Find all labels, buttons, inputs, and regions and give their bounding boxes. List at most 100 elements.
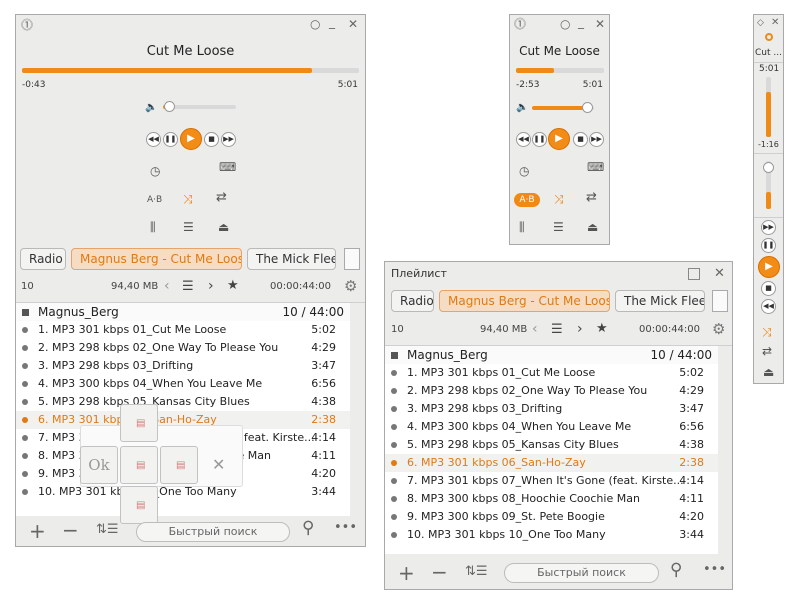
close-icon[interactable]: ✕ [595, 18, 605, 30]
maximize-icon[interactable] [688, 268, 700, 280]
table-row[interactable]: 9. MP3 300 kbps 09_St. Pete Boogie 4:20 [385, 508, 718, 526]
equalizer-icon[interactable]: ⫼ [150, 221, 156, 233]
table-row[interactable]: 2. MP3 298 kbps 02_One Way To Please You… [16, 339, 350, 357]
circle-up-icon[interactable]: ⓵ [21, 19, 33, 31]
seek-bar-vertical[interactable] [766, 77, 771, 137]
clock-icon[interactable]: ◷ [519, 165, 529, 177]
speaker-icon[interactable]: 🔈 [516, 102, 528, 114]
tab-mick-fleet[interactable]: The Mick Fleet [247, 248, 336, 270]
play-icon[interactable]: ▶ [180, 128, 202, 150]
close-icon[interactable]: ✕ [348, 18, 358, 30]
table-row[interactable]: 2. MP3 298 kbps 02_One Way To Please You… [385, 382, 718, 400]
seek-bar[interactable] [516, 68, 604, 73]
eject-icon[interactable]: ⏏ [763, 366, 774, 378]
gear-icon[interactable]: ⚙ [712, 320, 725, 338]
table-row[interactable]: 7. MP3 301 kbps 07_When It's Gone (feat.… [385, 472, 718, 490]
plus-icon[interactable]: + [29, 519, 46, 543]
eject-icon[interactable]: ⏏ [218, 221, 229, 233]
hamburger-icon[interactable]: ☰ [551, 322, 563, 337]
stop-icon[interactable]: ■ [761, 281, 776, 296]
repeat-icon[interactable]: ⇄ [586, 191, 597, 204]
more-icon[interactable]: ••• [334, 520, 357, 535]
pause-icon[interactable]: ❚❚ [761, 238, 776, 253]
table-row[interactable]: 1. MP3 301 kbps 01_Cut Me Loose 5:02 [385, 364, 718, 382]
volume-knob[interactable] [763, 162, 774, 173]
tab-magnus-berg[interactable]: Magnus Berg - Cut Me Loose [439, 290, 610, 312]
eject-icon[interactable]: ⏏ [587, 221, 598, 233]
dock-cancel-button[interactable]: ✕ [212, 455, 225, 474]
page-icon[interactable] [712, 290, 728, 312]
close-icon[interactable]: ✕ [771, 17, 779, 29]
search-icon[interactable]: ⚲ [670, 560, 682, 580]
track-list[interactable]: Magnus_Berg 10 / 44:00 1. MP3 301 kbps 0… [385, 346, 718, 554]
repeat-icon[interactable]: ⇄ [762, 345, 772, 357]
table-row[interactable]: 4. MP3 300 kbps 04_When You Leave Me 6:56 [16, 375, 350, 393]
tab-magnus-berg[interactable]: Magnus Berg - Cut Me Loose [71, 248, 242, 270]
page-icon[interactable] [344, 248, 360, 270]
next-icon[interactable]: ▶▶ [221, 132, 236, 147]
playlist-group-header[interactable]: Magnus_Berg 10 / 44:00 [385, 346, 718, 364]
speaker-icon[interactable]: 🔈 [145, 102, 157, 114]
close-icon[interactable]: ✕ [714, 267, 725, 280]
sort-icon[interactable]: ⇅☰ [96, 522, 119, 537]
stop-icon[interactable]: ■ [573, 132, 588, 147]
record-icon[interactable]: ⌨ [587, 161, 604, 173]
seek-bar[interactable] [22, 68, 359, 73]
ab-repeat-icon[interactable]: A·B [147, 194, 162, 206]
next-icon[interactable]: ▶▶ [589, 132, 604, 147]
gear-icon[interactable]: ⚙ [344, 277, 357, 295]
dock-ok-button[interactable]: Ok [80, 446, 118, 484]
table-row[interactable]: 3. MP3 298 kbps 03_Drifting 3:47 [385, 400, 718, 418]
shuffle-icon[interactable]: ⤨ [554, 193, 564, 205]
minus-icon[interactable]: − [62, 518, 79, 542]
stop-icon[interactable]: ■ [204, 132, 219, 147]
search-icon[interactable]: ⚲ [302, 518, 314, 538]
shuffle-icon[interactable]: ⤨ [183, 193, 193, 205]
dock-top-icon[interactable]: ▤ [120, 404, 158, 442]
table-row[interactable]: 5. MP3 298 kbps 05_Kansas City Blues 4:38 [385, 436, 718, 454]
chevron-up-down-icon[interactable]: ◇ [757, 17, 764, 29]
star-icon[interactable]: ★ [227, 278, 239, 293]
next-icon[interactable]: ▶▶ [761, 220, 776, 235]
table-row[interactable]: 4. MP3 300 kbps 04_When You Leave Me 6:56 [385, 418, 718, 436]
circle-icon[interactable]: ○ [560, 18, 570, 30]
pause-icon[interactable]: ❚❚ [532, 132, 547, 147]
ab-repeat-icon[interactable]: A·B [514, 193, 540, 207]
chevron-left-icon[interactable]: ‹ [164, 278, 170, 294]
play-icon[interactable]: ▶ [548, 128, 570, 150]
equalizer-icon[interactable]: ⫼ [519, 221, 525, 233]
shuffle-icon[interactable]: ⤨ [762, 326, 772, 338]
quick-search-input[interactable]: Быстрый поиск [136, 522, 290, 542]
tab-radio[interactable]: Radio [20, 248, 66, 270]
quick-search-input[interactable]: Быстрый поиск [504, 563, 659, 583]
dock-left-icon[interactable]: ▤ [120, 446, 158, 484]
record-icon[interactable]: ⌨ [219, 161, 236, 173]
hamburger-icon[interactable]: ☰ [182, 279, 194, 294]
table-row[interactable]: 5. MP3 298 kbps 05_Kansas City Blues 4:38 [16, 393, 350, 411]
table-row[interactable]: 1. MP3 301 kbps 01_Cut Me Loose 5:02 [16, 321, 350, 339]
repeat-icon[interactable]: ⇄ [216, 191, 227, 204]
volume-knob[interactable] [582, 102, 593, 113]
volume-knob[interactable] [164, 101, 175, 112]
clock-icon[interactable]: ◷ [150, 165, 160, 177]
sort-icon[interactable]: ⇅☰ [465, 564, 488, 579]
table-row[interactable]: 8. MP3 300 kbps 08_Hoochie Coochie Man 4:… [385, 490, 718, 508]
star-icon[interactable]: ★ [596, 321, 608, 336]
pause-icon[interactable]: ❚❚ [163, 132, 178, 147]
minus-icon[interactable]: − [431, 560, 448, 584]
chevron-right-icon[interactable]: › [577, 321, 583, 337]
circle-up-icon[interactable]: ⓵ [514, 18, 526, 30]
list-icon[interactable]: ☰ [183, 221, 194, 233]
tab-mick-fleet[interactable]: The Mick Fleet [615, 290, 705, 312]
list-icon[interactable]: ☰ [553, 221, 564, 233]
tab-radio[interactable]: Radio [391, 290, 434, 312]
playlist-group-header[interactable]: Magnus_Berg 10 / 44:00 [16, 303, 350, 321]
prev-icon[interactable]: ◀◀ [761, 299, 776, 314]
minimize-icon[interactable]: _ [578, 16, 584, 28]
more-icon[interactable]: ••• [703, 562, 726, 577]
dock-right-icon[interactable]: ▤ [160, 446, 198, 484]
play-icon[interactable]: ▶ [758, 256, 780, 278]
table-row[interactable]: 3. MP3 298 kbps 03_Drifting 3:47 [16, 357, 350, 375]
prev-icon[interactable]: ◀◀ [146, 132, 161, 147]
chevron-right-icon[interactable]: › [208, 278, 214, 294]
